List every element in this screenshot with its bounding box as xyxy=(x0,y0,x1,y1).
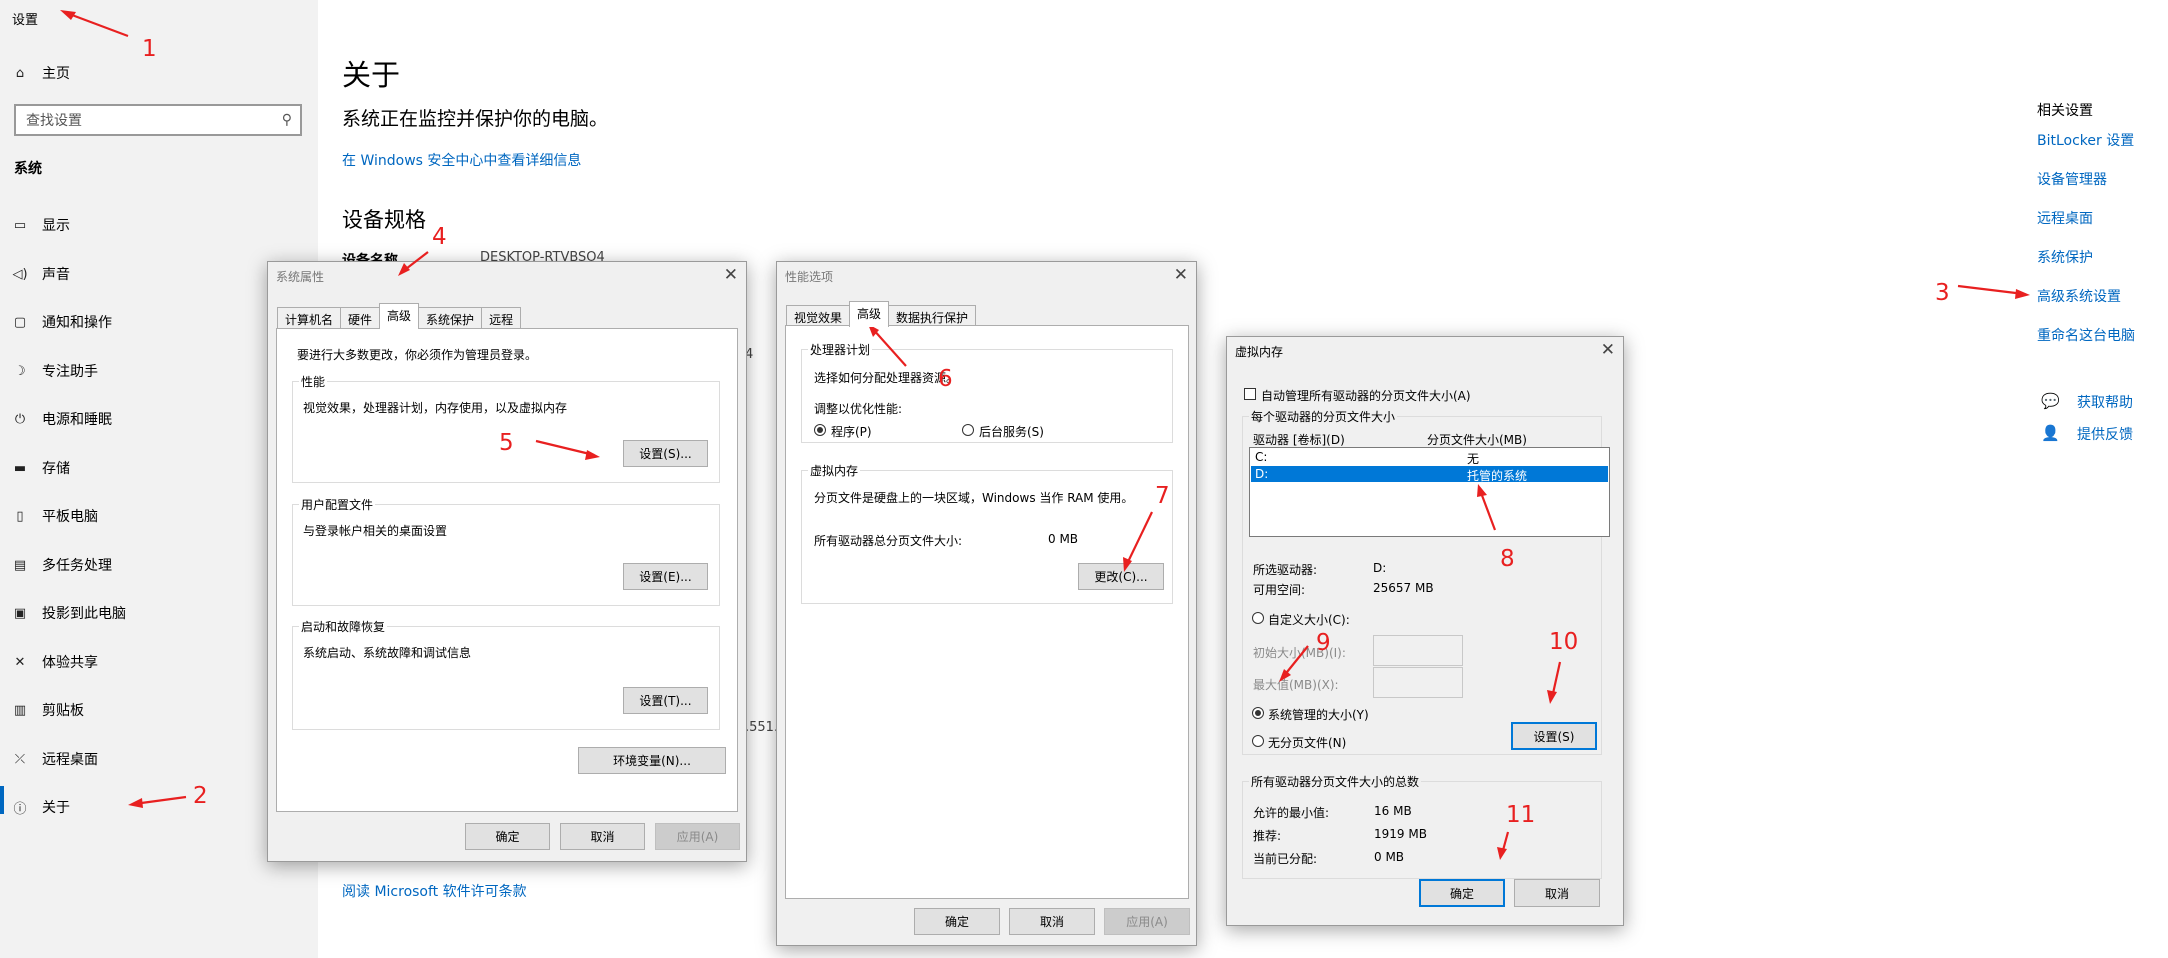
arrow-3 xyxy=(1957,284,2025,296)
tab-advanced[interactable]: 高级 xyxy=(849,301,890,327)
annotation-label: 1 xyxy=(142,36,157,62)
annotation-arrows xyxy=(60,10,2030,860)
annotation-label: 7 xyxy=(1155,483,1170,509)
annotation-label: 2 xyxy=(193,783,208,809)
arrow-7 xyxy=(1125,511,1153,567)
arrow-5 xyxy=(535,439,595,457)
tab-advanced[interactable]: 高级 xyxy=(379,303,420,329)
annotation-label: 4 xyxy=(432,224,447,250)
annotation-label: 11 xyxy=(1506,802,1536,828)
annotation-label: 10 xyxy=(1549,629,1579,655)
annotation-label: 9 xyxy=(1316,630,1331,656)
arrow-8 xyxy=(1478,489,1497,531)
annotation-label: 8 xyxy=(1500,546,1515,572)
arrow-6 xyxy=(871,327,907,367)
annotation-label: 5 xyxy=(499,430,514,456)
annotation-label: 6 xyxy=(938,366,953,392)
annotation-label: 3 xyxy=(1935,280,1950,306)
